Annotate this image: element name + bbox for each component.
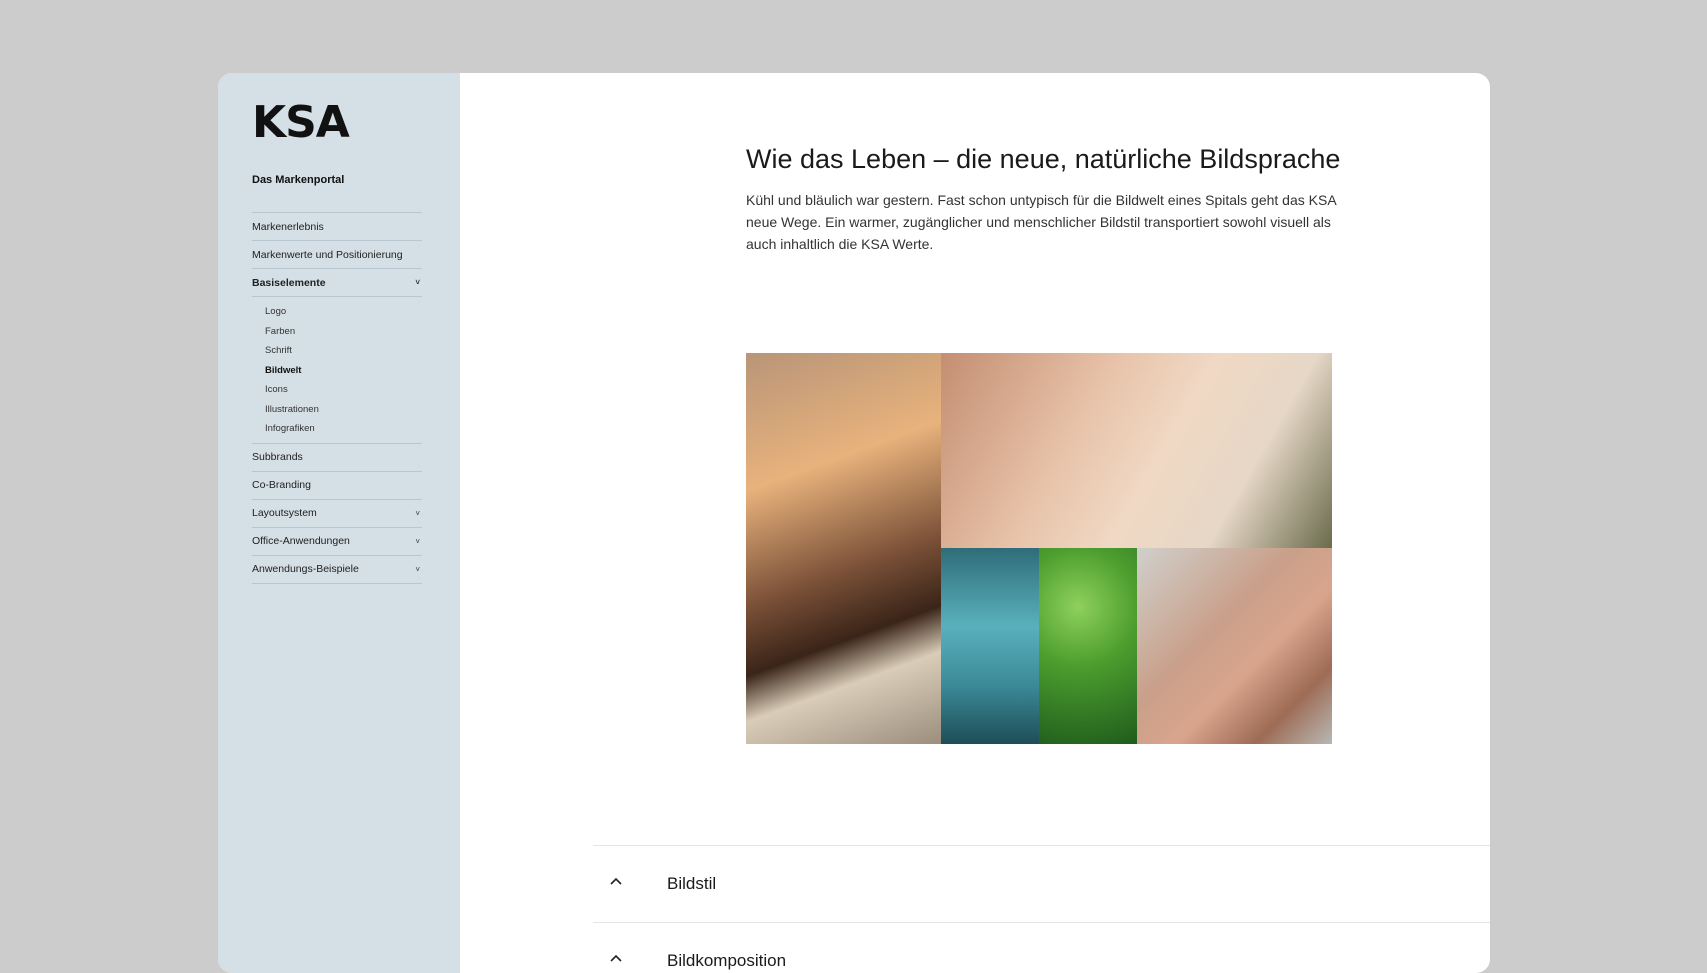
nav-item-subbrands[interactable]: Subbrands: [252, 444, 422, 472]
image-collage: [746, 353, 1332, 744]
nav-item-label: Basiselemente: [252, 276, 326, 289]
chevron-up-icon[interactable]: [609, 951, 623, 965]
page-title: Wie das Leben – die neue, natürliche Bil…: [746, 144, 1341, 174]
sidebar-nav: Markenerlebnis Markenwerte und Positioni…: [252, 212, 422, 584]
photo-surgeon: [941, 548, 1039, 744]
nav-item-label: Layoutsystem: [252, 507, 317, 519]
nav-item-label: Anwendungs-Beispiele: [252, 563, 359, 575]
subnav-item-farben[interactable]: Farben: [265, 322, 422, 342]
chevron-up-icon[interactable]: [609, 874, 623, 888]
accordion-label: Bildkomposition: [667, 951, 787, 970]
nav-item-office-anwendungen[interactable]: Office-Anwendungen ˅: [252, 528, 422, 556]
portal-title: Das Markenportal: [252, 174, 345, 186]
chevron-down-icon[interactable]: ˅: [415, 509, 422, 518]
nav-item-basiselemente[interactable]: Basiselemente ˅: [252, 269, 422, 297]
accordion: Bildstil Bildkomposition: [593, 845, 1490, 973]
nav-item-layoutsystem[interactable]: Layoutsystem ˅: [252, 500, 422, 528]
subnav-item-icons[interactable]: Icons: [265, 380, 422, 400]
photo-student: [746, 353, 941, 744]
nav-item-label: Co-Branding: [252, 479, 311, 491]
photo-smartwatch: [1137, 548, 1332, 744]
accordion-item-bildkomposition[interactable]: Bildkomposition: [593, 923, 1490, 973]
accordion-item-bildstil[interactable]: Bildstil: [593, 846, 1490, 923]
ksa-logo[interactable]: KSA: [252, 101, 350, 145]
sidebar: KSA Das Markenportal Markenerlebnis Mark…: [218, 73, 460, 973]
accordion-label: Bildstil: [667, 874, 717, 893]
nav-item-label: Subbrands: [252, 451, 303, 463]
nav-item-markenwerte[interactable]: Markenwerte und Positionierung: [252, 241, 422, 269]
subnav-item-infografiken[interactable]: Infografiken: [265, 419, 422, 439]
chevron-down-icon[interactable]: ˅: [415, 565, 422, 574]
subnav-item-schrift[interactable]: Schrift: [265, 341, 422, 361]
nav-item-co-branding[interactable]: Co-Branding: [252, 472, 422, 500]
photo-leaves: [1039, 548, 1137, 744]
nav-item-label: Markenerlebnis: [252, 220, 324, 233]
photo-mother-baby: [941, 353, 1332, 548]
chevron-down-icon[interactable]: ˅: [415, 278, 422, 287]
subnav-basiselemente: Logo Farben Schrift Bildwelt Icons Illus…: [252, 297, 422, 444]
nav-item-markenerlebnis[interactable]: Markenerlebnis: [252, 213, 422, 241]
subnav-item-bildwelt[interactable]: Bildwelt: [265, 361, 422, 381]
intro-text: Kühl und bläulich war gestern. Fast scho…: [746, 192, 1336, 252]
nav-item-anwendungs-beispiele[interactable]: Anwendungs-Beispiele ˅: [252, 556, 422, 584]
browser-window: KSA Das Markenportal Markenerlebnis Mark…: [218, 73, 1490, 973]
subnav-item-illustrationen[interactable]: Illustrationen: [265, 400, 422, 420]
nav-item-label: Markenwerte und Positionierung: [252, 248, 403, 261]
nav-item-label: Office-Anwendungen: [252, 535, 350, 547]
subnav-item-logo[interactable]: Logo: [265, 302, 422, 322]
chevron-down-icon[interactable]: ˅: [415, 537, 422, 546]
